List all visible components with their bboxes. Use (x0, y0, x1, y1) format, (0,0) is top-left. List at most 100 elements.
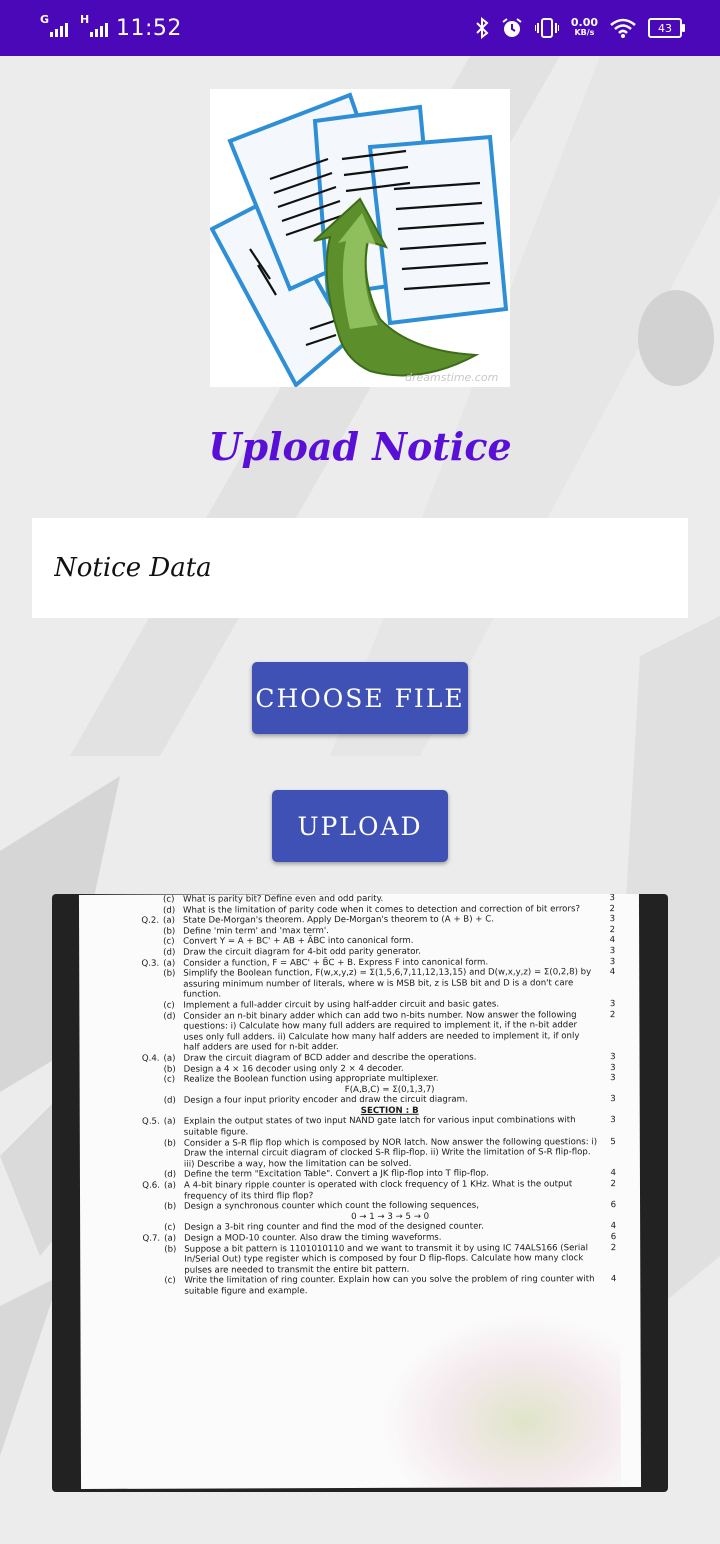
question-number (133, 1001, 163, 1012)
network-speed-unit: KB/s (574, 28, 595, 37)
sub-label: (c) (164, 1223, 176, 1234)
document-line: (b) Consider a S-R flip flop which is com… (164, 1137, 616, 1170)
question-number (133, 905, 163, 916)
marks: 2 (609, 924, 616, 935)
sub-label: (a) (163, 1180, 176, 1191)
document-upload-icon: dreamstime.com (209, 92, 509, 389)
question-number (133, 948, 163, 959)
sub-label: (b) (164, 1244, 177, 1255)
sub-label: (c) (162, 894, 175, 905)
notice-data-input[interactable] (52, 552, 688, 584)
sub-label: (a) (163, 958, 176, 969)
sub-label: (a) (164, 1233, 177, 1244)
upload-logo-image: dreamstime.com (209, 89, 510, 389)
document-line: (d) Consider an n-bit binary adder which … (163, 1010, 615, 1054)
question-number (134, 1064, 164, 1075)
choose-file-button[interactable]: CHOOSE FILE (252, 662, 468, 734)
signal-strength-icon: H (80, 13, 108, 37)
marks: 2 (609, 1009, 616, 1020)
sub-label: (a) (163, 1053, 176, 1064)
marks: 6 (610, 1200, 617, 1211)
question-number: Q.4. (141, 1053, 160, 1064)
network-speed: 0.00 KB/s (570, 16, 598, 38)
notice-data-field[interactable] (32, 518, 688, 618)
question-number (134, 1170, 164, 1181)
marks: 2 (610, 1179, 616, 1190)
marks: 4 (609, 935, 616, 946)
marks: 3 (610, 1115, 616, 1126)
clock: 11:52 (116, 15, 182, 41)
document-line: (b) Simplify the Boolean function, F(w,x,… (163, 967, 615, 1000)
document-line: (c) Write the limitation of ring counter.… (164, 1274, 616, 1297)
question-number (133, 895, 163, 906)
sub-label: (d) (163, 947, 176, 958)
question-number (134, 1276, 164, 1297)
question-number: Q.3. (141, 958, 160, 969)
photo-smudge (380, 1313, 622, 1489)
status-bar: G H 11:52 0.00 KB/s 43 (0, 0, 720, 56)
sub-label: (c) (163, 1000, 175, 1011)
marks: 4 (610, 1168, 616, 1179)
question-number (133, 969, 163, 1001)
sub-label: (b) (164, 1201, 177, 1212)
question-number: Q.7. (142, 1233, 161, 1244)
question-number (134, 1138, 164, 1170)
question-text: Write the limitation of ring counter. Ex… (184, 1274, 595, 1297)
sub-label: (d) (163, 1095, 176, 1106)
sub-label: (d) (163, 1170, 177, 1181)
signal-strength-icon: G (40, 13, 68, 37)
bluetooth-icon (476, 17, 489, 39)
network-type-label: G (40, 13, 50, 26)
upload-button[interactable]: UPLOAD (272, 790, 448, 862)
marks: 6 (610, 1232, 617, 1243)
question-number (133, 926, 163, 937)
question-number (134, 1223, 164, 1234)
document-line: (b) Suppose a bit pattern is 1101010110 a… (164, 1243, 616, 1276)
marks: 3 (609, 946, 616, 957)
status-right: 0.00 KB/s 43 (475, 12, 685, 44)
marks: 4 (610, 1274, 617, 1285)
question-number: Q.5. (142, 1117, 160, 1128)
sub-label: (c) (164, 1276, 176, 1287)
question-number: Q.6. (142, 1180, 160, 1191)
marks: 4 (610, 1221, 617, 1232)
page-title: Upload Notice (208, 424, 512, 469)
sub-label: (b) (163, 1138, 177, 1149)
vibrate-icon (534, 18, 559, 38)
marks: 4 (609, 967, 616, 978)
marks: 3 (610, 1062, 616, 1073)
sub-label: (b) (163, 1064, 176, 1075)
marks: 2 (610, 1242, 617, 1253)
question-number (134, 1075, 164, 1086)
marks: 5 (610, 1136, 616, 1147)
sub-label: (d) (163, 905, 176, 916)
network-speed-value: 0.00 (570, 16, 598, 29)
question-text: Consider an n-bit binary adder which can… (183, 1009, 580, 1053)
document-page: (c) What is parity bit? Define even and o… (78, 894, 642, 1489)
battery-icon: 43 (648, 18, 685, 38)
network-type-label: H (80, 13, 90, 26)
question-text: Simplify the Boolean function, F(w,x,y,z… (183, 967, 592, 1000)
marks: 3 (609, 956, 616, 967)
marks: 3 (609, 999, 616, 1010)
watermark-text: dreamstime.com (405, 371, 498, 384)
marks: 3 (610, 1094, 616, 1105)
sub-label: (b) (163, 968, 176, 979)
question-number (133, 937, 163, 948)
document-line: Q.6. (a) A 4-bit binary ripple counter is … (142, 1179, 616, 1202)
question-text: Suppose a bit pattern is 1101010110 and … (184, 1242, 588, 1276)
question-number (134, 1096, 164, 1107)
question-text: A 4-bit binary ripple counter is operate… (183, 1179, 573, 1202)
document-text: (c) What is parity bit? Define even and o… (141, 894, 617, 1297)
status-left: G H 11:52 (40, 13, 182, 42)
marks: 3 (609, 894, 615, 904)
question-number (134, 1244, 164, 1276)
alarm-icon (502, 18, 522, 37)
wifi-icon (610, 18, 636, 38)
selected-file-preview: (c) What is parity bit? Define even and o… (52, 894, 668, 1492)
question-text: Consider a S-R flip flop which is compos… (183, 1136, 598, 1170)
document-line: Q.5. (a) Explain the output states of two … (142, 1115, 616, 1139)
question-text: Explain the output states of two input N… (183, 1115, 576, 1138)
sub-label: (a) (163, 1117, 176, 1128)
battery-level: 43 (658, 21, 672, 35)
